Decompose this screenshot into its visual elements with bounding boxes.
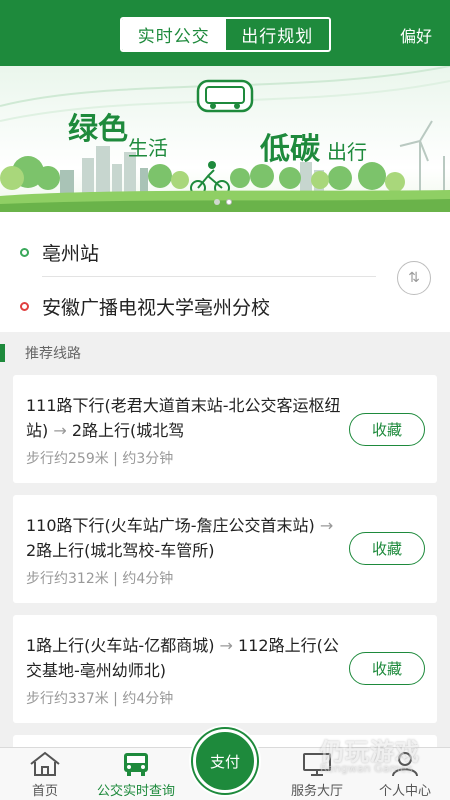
tab-trip-planning[interactable]: 出行规划 [225,19,329,50]
banner-text-green: 绿色 [68,112,128,147]
favorite-button[interactable]: 收藏 [349,652,425,685]
origin-dot-icon [20,247,29,257]
nav-realtime-bus-label: 公交实时查询 [96,784,175,799]
route-title: 111路下行(老君大道首末站-北公交客运枢纽站) → 2路上行(城北驾 [26,393,346,443]
tab-realtime-bus[interactable]: 实时公交 [122,19,226,50]
section-title: 推荐线路 [25,346,81,362]
banner-page-indicator [214,199,232,205]
route-title: 1路上行(火车站-亿都商城) → 112路上行(公交基地-亳州幼师北) [26,633,346,683]
watermark: 仍玩游戏 Rengwan Games [300,730,445,790]
route-leg-1: 1路上行(火车站-亿都商城) [26,636,215,655]
nav-home[interactable]: 首页 [14,748,76,800]
nav-realtime-bus[interactable]: 公交实时查询 [86,748,186,800]
route-meta: 步行约337米 | 约4分钟 [26,691,174,707]
mode-segmented-control: 实时公交 出行规划 [120,17,331,52]
banner-text-life: 生活 [128,136,168,160]
bus-icon [124,753,148,776]
route-meta: 步行约259米 | 约3分钟 [26,451,174,467]
nav-home-label: 首页 [31,784,58,799]
favorite-button[interactable]: 收藏 [349,413,425,446]
top-bar: 实时公交 出行规划 偏好 [0,0,450,66]
swap-icon: ⇅ [408,270,420,286]
route-leg-1: 110路下行(火车站广场-詹庄公交首末站) [26,516,315,535]
pay-button-label: 支付 [193,729,257,793]
preferences-button[interactable]: 偏好 [400,23,432,47]
route-card[interactable]: 110路下行(火车站广场-詹庄公交首末站) → 2路上行(城北驾校-车管所) 步… [13,495,437,603]
promo-banner[interactable]: 绿色 生活 低碳 出行 [0,66,450,212]
route-meta: 步行约312米 | 约4分钟 [26,571,174,587]
favorite-button[interactable]: 收藏 [349,532,425,565]
banner-text-lowcarbon: 低碳 [260,132,320,167]
route-divider [42,276,376,277]
recommended-routes-header: 推荐线路 [0,343,81,363]
route-card[interactable]: 1路上行(火车站-亿都商城) → 112路上行(公交基地-亳州幼师北) 步行约3… [13,615,437,723]
swap-route-button[interactable]: ⇅ [397,261,431,295]
origin-text: 亳州站 [42,242,100,265]
banner-dot-active[interactable] [226,199,232,205]
destination-dot-icon [20,301,29,311]
section-accent-bar [0,344,5,362]
watermark-subtext: Rengwan Games [320,762,413,775]
route-title: 110路下行(火车站广场-詹庄公交首末站) → 2路上行(城北驾校-车管所) [26,513,346,563]
banner-dot[interactable] [214,199,220,205]
origin-field[interactable]: 亳州站 [0,224,99,280]
pay-button[interactable]: 支付 [189,725,261,797]
home-icon [30,751,60,776]
destination-text: 安徽广播电视大学亳州分校 [42,296,271,319]
destination-field[interactable]: 安徽广播电视大学亳州分校 [0,278,270,334]
arrow-right-icon: → [219,636,233,655]
route-leg-2: 2路上行(城北驾 [71,421,185,440]
arrow-right-icon: → [319,516,334,535]
arrow-right-icon: → [53,421,67,440]
route-input-panel: 亳州站 安徽广播电视大学亳州分校 ⇅ [0,212,450,332]
route-card[interactable]: 111路下行(老君大道首末站-北公交客运枢纽站) → 2路上行(城北驾 步行约2… [13,375,437,483]
route-leg-2: 2路上行(城北驾校-车管所) [26,541,215,560]
banner-text-travel: 出行 [327,140,367,164]
